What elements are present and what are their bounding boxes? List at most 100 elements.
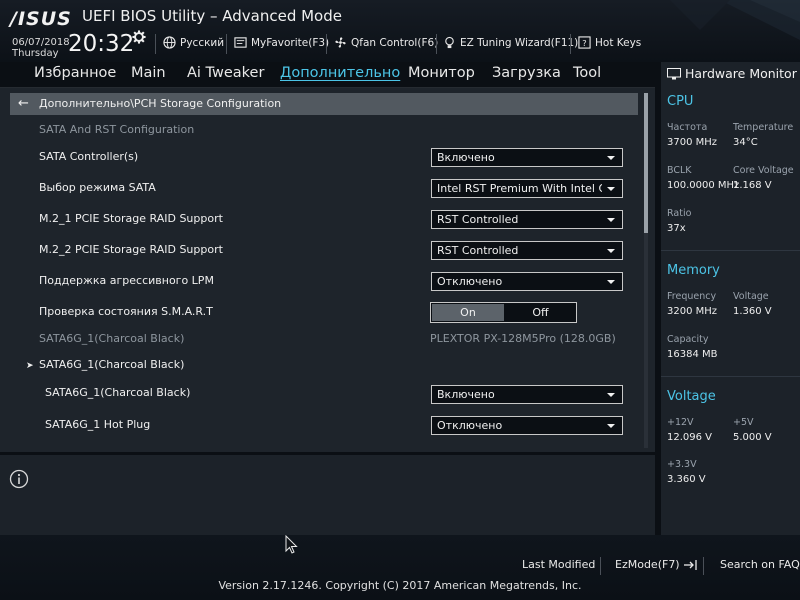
footer-separator <box>600 557 601 575</box>
submenu-sata-port[interactable]: SATA6G_1(Charcoal Black) <box>39 358 184 371</box>
v12-label: +12V <box>667 417 694 428</box>
myfavorite-button[interactable]: MyFavorite(F3) <box>234 36 329 49</box>
mouse-cursor-icon <box>285 535 298 554</box>
select-value: Intel RST Premium With Intel Optane <box>437 182 602 195</box>
v5-label: +5V <box>733 417 754 428</box>
v33-label: +3.3V <box>667 459 697 470</box>
memory-frequency-value: 3200 MHz <box>667 306 718 317</box>
v5-value: 5.000 V <box>733 432 772 443</box>
core-voltage-value: 1.168 V <box>733 180 772 191</box>
app-title: UEFI BIOS Utility – Advanced Mode <box>82 7 342 25</box>
setting-label-sata-controller: SATA Controller(s) <box>39 150 139 163</box>
core-voltage-label: Core Voltage <box>733 165 794 176</box>
setting-label-sata-port-info: SATA6G_1(Charcoal Black) <box>39 332 185 345</box>
section-header: SATA And RST Configuration <box>39 123 195 136</box>
main-tabs: Избранное Main Ai Tweaker Дополнительно … <box>0 62 655 88</box>
chevron-down-icon <box>607 218 615 222</box>
hot-keys-button[interactable]: ? Hot Keys <box>578 36 641 49</box>
gear-icon[interactable] <box>132 30 146 44</box>
select-value: Включено <box>437 151 495 164</box>
breadcrumb[interactable]: ← Дополнительно\PCH Storage Configuratio… <box>10 93 638 115</box>
ratio-label: Ratio <box>667 208 692 219</box>
cpu-frequency-label: Частота <box>667 122 708 133</box>
tab-favorites[interactable]: Избранное <box>34 65 116 81</box>
chevron-down-icon <box>607 249 615 253</box>
hardware-monitor-panel: Hardware Monitor CPU Частота Temperature… <box>658 62 800 535</box>
select-value: Отключено <box>437 275 503 288</box>
m2-1-raid-select[interactable]: RST Controlled <box>431 210 623 229</box>
cpu-section-title: CPU <box>667 94 694 109</box>
scrollbar-thumb[interactable] <box>644 93 648 233</box>
sata-port-enable-select[interactable]: Включено <box>431 385 623 404</box>
setting-label-sata-port-enable: SATA6G_1(Charcoal Black) <box>45 386 191 399</box>
select-value: Включено <box>437 388 495 401</box>
search-faq-button[interactable]: Search on FAQ <box>720 558 800 571</box>
header-separator <box>570 34 571 54</box>
bclk-value: 100.0000 MHz <box>667 180 740 191</box>
asus-logo: /ISUS <box>10 8 72 30</box>
header-separator <box>436 34 437 54</box>
setting-label-m2-2-raid: M.2_2 PCIE Storage RAID Support <box>39 243 223 256</box>
drive-info-value: PLEXTOR PX-128M5Pro (128.0GB) <box>430 332 616 345</box>
sata-controller-select[interactable]: Включено <box>431 148 623 167</box>
setting-label-aggressive-lpm: Поддержка агрессивного LPM <box>39 274 214 287</box>
select-value: Отключено <box>437 419 503 432</box>
toggle-on-option[interactable]: On <box>432 304 504 321</box>
ez-tuning-label: EZ Tuning Wizard(F11) <box>460 36 579 49</box>
tab-main[interactable]: Main <box>131 65 166 81</box>
header-separator <box>155 34 156 54</box>
select-value: RST Controlled <box>437 213 519 226</box>
bclk-label: BCLK <box>667 165 692 176</box>
sata-mode-select[interactable]: Intel RST Premium With Intel Optane <box>431 179 623 198</box>
toggle-off-option[interactable]: Off <box>505 304 576 321</box>
settings-panel: ← Дополнительно\PCH Storage Configuratio… <box>0 88 655 452</box>
chevron-down-icon <box>607 424 615 428</box>
chevron-down-icon <box>607 156 615 160</box>
qfan-control-button[interactable]: Qfan Control(F6) <box>334 36 438 49</box>
last-modified-button[interactable]: Last Modified <box>522 558 595 571</box>
cpu-temperature-value: 34°C <box>733 137 758 148</box>
v33-value: 3.360 V <box>667 474 706 485</box>
language-label: Русский <box>180 36 225 49</box>
tab-boot[interactable]: Загрузка <box>492 65 561 81</box>
back-arrow-icon[interactable]: ← <box>18 96 29 111</box>
submenu-arrow-icon: ➤ <box>26 361 34 371</box>
globe-icon <box>163 36 176 49</box>
voltage-section-title: Voltage <box>667 389 716 404</box>
exit-arrow-icon <box>683 559 697 570</box>
fan-icon <box>335 37 346 48</box>
svg-text:?: ? <box>582 38 586 48</box>
m2-2-raid-select[interactable]: RST Controlled <box>431 241 623 260</box>
hot-keys-label: Hot Keys <box>595 36 642 49</box>
version-text: Version 2.17.1246. Copyright (C) 2017 Am… <box>218 579 582 592</box>
monitor-icon <box>667 67 681 79</box>
tab-monitor[interactable]: Монитор <box>408 65 475 81</box>
help-panel <box>0 455 655 535</box>
clock: 20:32 <box>68 31 135 57</box>
aggressive-lpm-select[interactable]: Отключено <box>431 272 623 291</box>
language-button[interactable]: Русский <box>163 36 224 49</box>
hotkeys-icon: ? <box>578 36 591 49</box>
section-divider <box>661 376 800 377</box>
info-icon <box>9 469 29 489</box>
chevron-down-icon <box>607 187 615 191</box>
favorite-icon <box>234 37 247 48</box>
tab-advanced[interactable]: Дополнительно <box>280 65 400 81</box>
tab-tool[interactable]: Tool <box>573 65 601 81</box>
hot-plug-select[interactable]: Отключено <box>431 416 623 435</box>
decorative-pattern-icon <box>670 0 800 40</box>
smart-check-toggle[interactable]: On Off <box>430 302 577 323</box>
cpu-temperature-label: Temperature <box>733 122 794 133</box>
ez-tuning-wizard-button[interactable]: EZ Tuning Wizard(F11) <box>443 36 578 49</box>
memory-voltage-label: Voltage <box>733 291 769 302</box>
footer-separator <box>703 557 704 575</box>
bulb-icon <box>445 36 454 49</box>
setting-label-smart-check: Проверка состояния S.M.A.R.T <box>39 305 213 318</box>
ezmode-button[interactable]: EzMode(F7) <box>615 558 699 571</box>
header-separator <box>226 34 227 54</box>
memory-capacity-value: 16384 MB <box>667 349 718 360</box>
breadcrumb-text: Дополнительно\PCH Storage Configuration <box>39 97 282 110</box>
tab-ai-tweaker[interactable]: Ai Tweaker <box>187 65 264 81</box>
cpu-frequency-value: 3700 MHz <box>667 137 718 148</box>
setting-label-m2-1-raid: M.2_1 PCIE Storage RAID Support <box>39 212 223 225</box>
